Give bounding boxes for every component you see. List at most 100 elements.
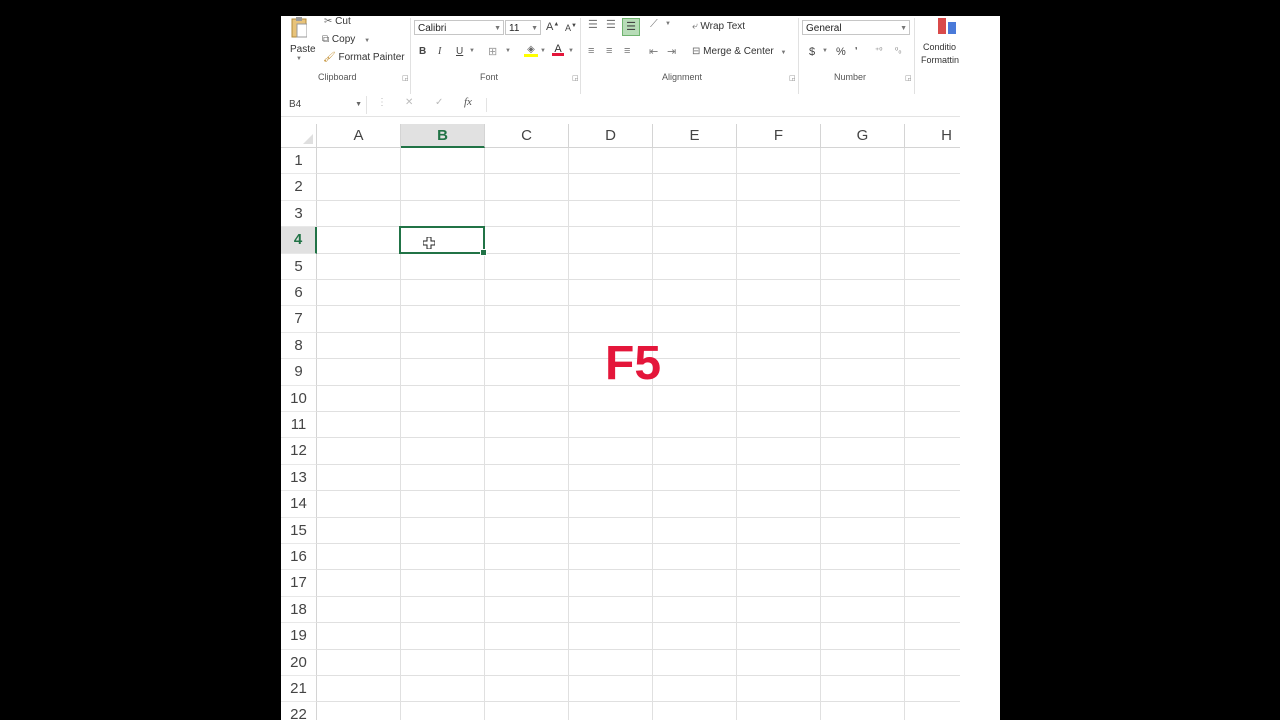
row-header-22[interactable]: 22 (281, 702, 317, 720)
underline-dropdown-icon[interactable]: ▼ (469, 48, 475, 54)
font-color-dropdown-icon[interactable]: ▼ (568, 48, 574, 54)
row-gridline (317, 279, 960, 280)
copy-button[interactable]: ⧉ Copy ▼ (322, 34, 370, 45)
row-header-10[interactable]: 10 (281, 385, 317, 412)
percent-button[interactable]: % (836, 46, 846, 58)
merge-center-label: Merge & Center (703, 46, 774, 57)
grow-font-button[interactable]: A▲ (546, 21, 559, 33)
row-header-9[interactable]: 9 (281, 359, 317, 386)
column-header-g[interactable]: G (821, 124, 905, 148)
decrease-indent-icon[interactable]: ⇤ (649, 45, 658, 58)
row-header-7[interactable]: 7 (281, 306, 317, 333)
font-name-select[interactable]: Calibri ▼ (414, 20, 504, 35)
align-left-icon[interactable]: ≡ (588, 45, 594, 57)
orientation-dropdown-icon[interactable]: ▼ (665, 21, 671, 27)
chevron-down-icon: ▼ (355, 101, 362, 108)
excel-window: Paste ▼ ✂ Cut ⧉ Copy ▼ 🖌 Format Painter … (281, 0, 1000, 720)
decrease-decimal-icon[interactable]: ⁰₀ (895, 46, 902, 55)
column-header-e[interactable]: E (653, 124, 737, 148)
currency-dropdown-icon[interactable]: ▼ (822, 48, 828, 54)
comma-style-icon[interactable]: ❜ (855, 46, 858, 55)
font-launcher-icon[interactable]: ◲ (572, 74, 579, 82)
row-header-19[interactable]: 19 (281, 623, 317, 650)
conditional-formatting-label-1[interactable]: Conditio (923, 42, 956, 52)
currency-button[interactable]: $ (809, 46, 815, 58)
selected-cell[interactable] (399, 226, 487, 256)
select-all-button[interactable] (281, 124, 317, 148)
clipboard-launcher-icon[interactable]: ◲ (402, 74, 409, 82)
increase-decimal-icon[interactable]: ⁺⁰ (875, 46, 882, 55)
column-header-c[interactable]: C (485, 124, 569, 148)
bold-button[interactable]: B (419, 46, 426, 57)
row-header-20[interactable]: 20 (281, 649, 317, 676)
merge-center-button[interactable]: ⊟ Merge & Center ▼ (692, 46, 787, 57)
row-header-16[interactable]: 16 (281, 544, 317, 571)
font-size-select[interactable]: 11 ▼ (505, 20, 541, 35)
row-gridline (317, 701, 960, 703)
row-gridline (317, 331, 960, 333)
conditional-formatting-label-2[interactable]: Formattin (921, 55, 959, 65)
orientation-icon[interactable]: ⟋ (650, 18, 658, 31)
divider (410, 18, 411, 100)
worksheet-grid[interactable]: ABCDEFGH 1 2 3 4 5 6 7 8 9 10 11 12 13 14 15 16 17 18 19 20… (281, 124, 960, 720)
wrap-text-button[interactable]: ⤶ Wrap Text (692, 21, 745, 32)
fill-dropdown-icon[interactable]: ▼ (540, 48, 546, 54)
font-name-value: Calibri (418, 23, 447, 34)
copy-dropdown-icon[interactable]: ▼ (364, 38, 370, 44)
alignment-group-label: Alignment (662, 72, 703, 82)
align-right-icon[interactable]: ≡ (624, 45, 630, 57)
conditional-formatting-icon[interactable] (935, 16, 959, 38)
increase-indent-icon[interactable]: ⇥ (667, 45, 676, 58)
number-format-select[interactable]: General ▼ (802, 20, 910, 35)
row-header-5[interactable]: 5 (281, 253, 317, 280)
paste-icon[interactable] (291, 16, 307, 38)
paste-button[interactable]: Paste (290, 44, 316, 55)
chevron-down-icon: ▼ (531, 25, 538, 32)
align-center-icon[interactable]: ≡ (606, 45, 612, 57)
cancel-icon[interactable]: ✕ (405, 97, 413, 108)
align-top-icon[interactable]: ☰ (588, 18, 598, 31)
row-header-21[interactable]: 21 (281, 676, 317, 703)
row-header-1[interactable]: 1 (281, 148, 317, 175)
borders-dropdown-icon[interactable]: ▼ (505, 48, 511, 54)
underline-button[interactable]: U (456, 46, 463, 57)
insert-function-icon[interactable]: fx (464, 96, 472, 108)
number-launcher-icon[interactable]: ◲ (905, 74, 912, 82)
column-header-d[interactable]: D (569, 124, 653, 148)
row-header-8[interactable]: 8 (281, 332, 317, 360)
formula-input[interactable] (486, 98, 961, 112)
align-middle-icon[interactable]: ☰ (606, 18, 616, 31)
row-gridline (317, 543, 960, 544)
column-header-a[interactable]: A (317, 124, 401, 148)
enter-icon[interactable]: ✓ (435, 97, 443, 108)
merge-dropdown-icon[interactable]: ▼ (781, 50, 787, 56)
italic-button[interactable]: I (438, 46, 441, 57)
font-color-button[interactable]: A (552, 43, 564, 56)
format-painter-button[interactable]: 🖌 Format Painter (323, 52, 405, 63)
row-header-17[interactable]: 17 (281, 570, 317, 597)
row-header-14[interactable]: 14 (281, 491, 317, 518)
row-header-12[interactable]: 12 (281, 438, 317, 465)
row-header-6[interactable]: 6 (281, 280, 317, 307)
shrink-font-button[interactable]: A▼ (565, 23, 577, 33)
paste-dropdown-icon[interactable]: ▼ (296, 56, 302, 62)
row-header-11[interactable]: 11 (281, 412, 317, 439)
column-header-h[interactable]: H (905, 124, 960, 148)
row-header-15[interactable]: 15 (281, 517, 317, 544)
divider (914, 18, 915, 100)
cut-button[interactable]: ✂ Cut (324, 16, 351, 27)
row-header-18[interactable]: 18 (281, 596, 317, 624)
align-bottom-icon[interactable]: ☰ (622, 18, 640, 36)
alignment-launcher-icon[interactable]: ◲ (789, 74, 796, 82)
row-header-4[interactable]: 4 (281, 227, 317, 254)
row-header-2[interactable]: 2 (281, 174, 317, 201)
row-header-13[interactable]: 13 (281, 464, 317, 492)
column-header-f[interactable]: F (737, 124, 821, 148)
fill-color-icon[interactable]: ◈ (524, 44, 538, 57)
copy-icon: ⧉ (322, 34, 330, 45)
name-box[interactable]: B4 ▼ (285, 96, 367, 114)
borders-icon[interactable]: ⊞ (488, 45, 497, 58)
row-header-3[interactable]: 3 (281, 200, 317, 228)
column-header-b[interactable]: B (401, 124, 485, 148)
fill-handle[interactable] (480, 249, 487, 256)
